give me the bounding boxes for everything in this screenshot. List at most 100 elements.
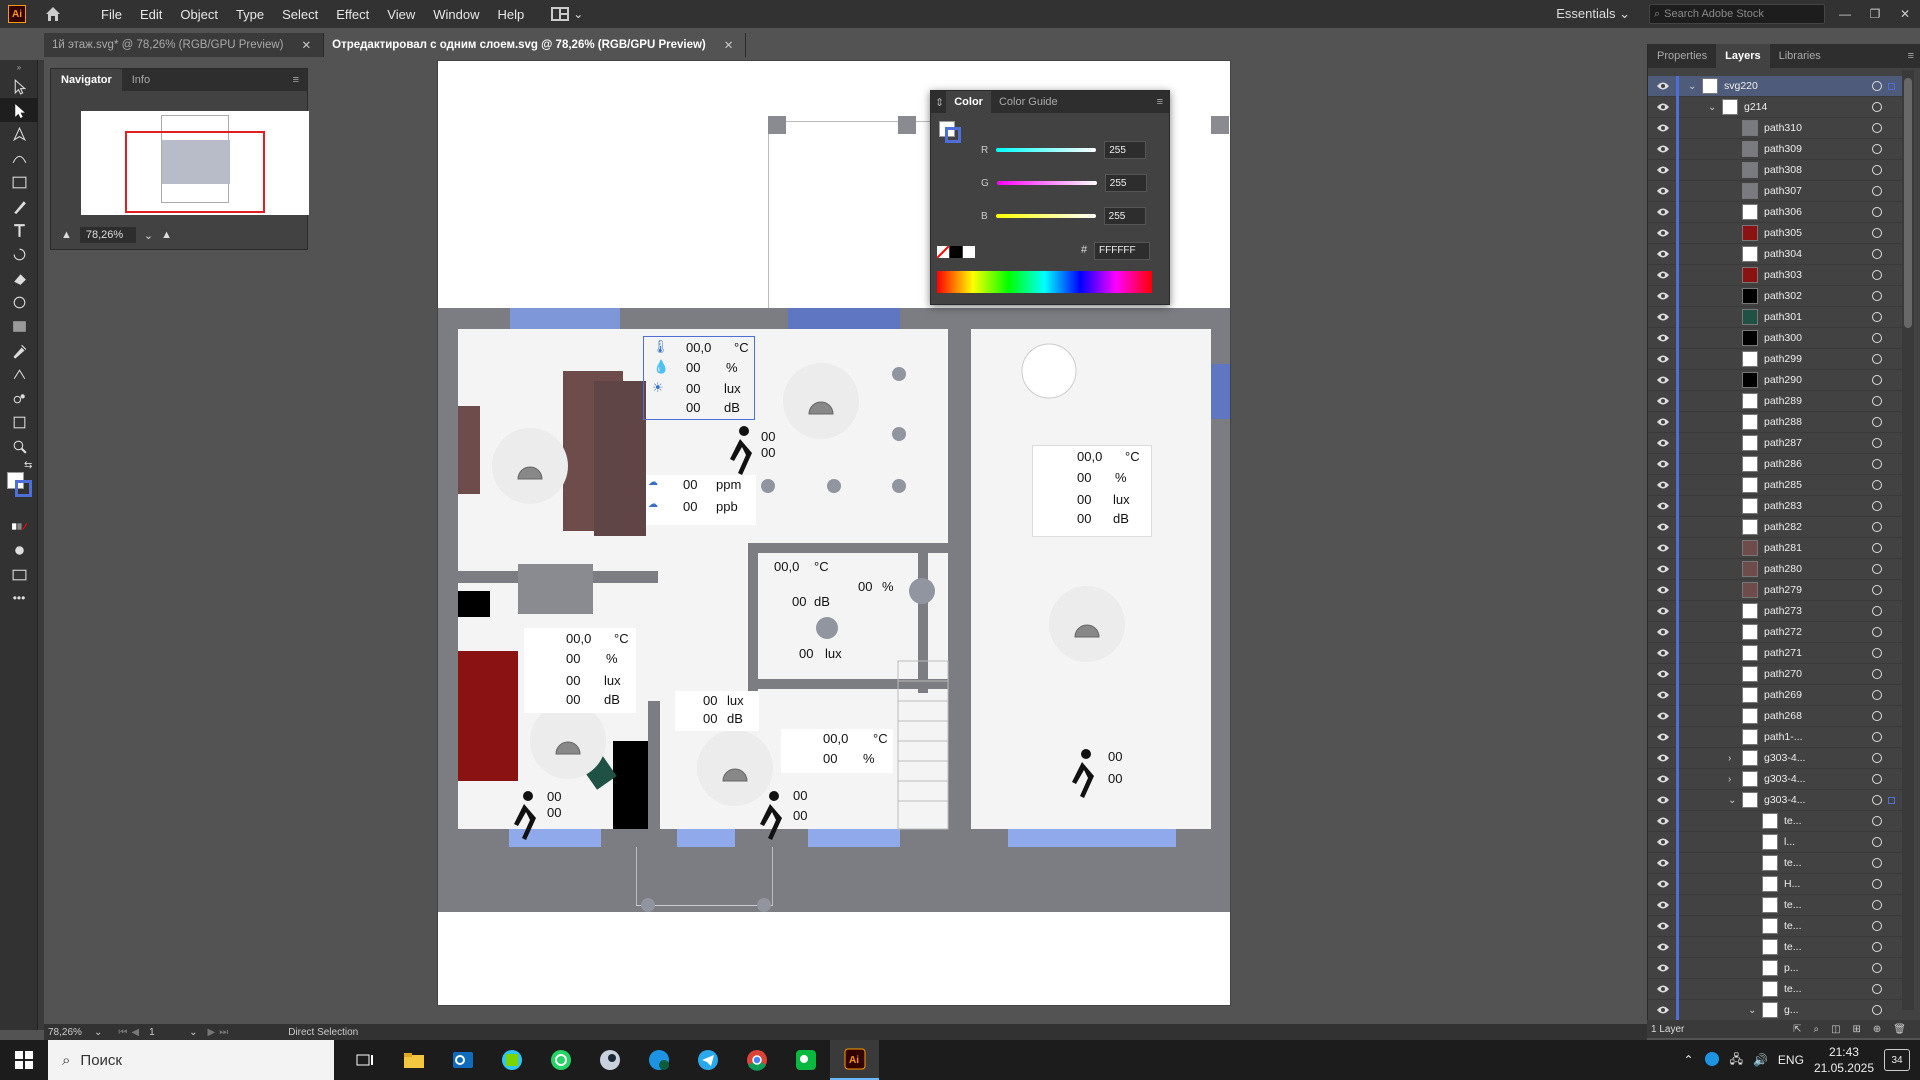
target-circle-icon[interactable]	[1872, 732, 1882, 742]
menu-effect[interactable]: Effect	[327, 7, 378, 22]
target-circle-icon[interactable]	[1872, 186, 1882, 196]
panel-menu-icon[interactable]: ≡	[1149, 96, 1169, 108]
visibility-eye-icon[interactable]	[1656, 732, 1670, 742]
visibility-eye-icon[interactable]	[1656, 459, 1670, 469]
current-tool-status[interactable]: Direct Selection	[288, 1027, 358, 1038]
menu-edit[interactable]: Edit	[131, 7, 171, 22]
layer-name[interactable]: path286	[1764, 458, 1802, 470]
workspace-switcher[interactable]: Essentials ⌄	[1556, 6, 1630, 22]
puppet-warp-tool-icon[interactable]	[0, 362, 38, 386]
layer-row[interactable]: path287	[1648, 432, 1905, 454]
target-circle-icon[interactable]	[1872, 144, 1882, 154]
tab-navigator[interactable]: Navigator	[51, 69, 122, 91]
panel-collapse-icon[interactable]: »	[0, 60, 38, 74]
layer-name[interactable]: path300	[1764, 332, 1802, 344]
home-icon[interactable]	[44, 5, 62, 23]
target-circle-icon[interactable]	[1872, 774, 1882, 784]
layer-row[interactable]: path302	[1648, 285, 1905, 307]
task-view-icon[interactable]	[340, 1040, 389, 1080]
target-circle-icon[interactable]	[1872, 879, 1882, 889]
menu-window[interactable]: Window	[424, 7, 488, 22]
visibility-eye-icon[interactable]	[1656, 228, 1670, 238]
type-tool-icon[interactable]	[0, 218, 38, 242]
visibility-eye-icon[interactable]	[1656, 333, 1670, 343]
shape-builder-tool-icon[interactable]	[0, 290, 38, 314]
menu-help[interactable]: Help	[488, 7, 533, 22]
layer-row[interactable]: path271	[1648, 642, 1905, 664]
layer-row[interactable]: H...	[1648, 873, 1905, 895]
layer-name[interactable]: path305	[1764, 227, 1802, 239]
red-slider[interactable]: R 255	[981, 141, 1166, 159]
visibility-eye-icon[interactable]	[1656, 564, 1670, 574]
eraser-tool-icon[interactable]	[0, 266, 38, 290]
layer-row[interactable]: path288	[1648, 411, 1905, 433]
layer-row[interactable]: › g303-4...	[1648, 768, 1905, 790]
page-number[interactable]: 1	[149, 1027, 189, 1038]
scrollbar-thumb[interactable]	[1904, 78, 1912, 328]
close-icon[interactable]: ✕	[301, 38, 311, 52]
new-layer-icon[interactable]: ⊕	[1873, 1024, 1881, 1035]
green-value[interactable]: 255	[1104, 174, 1147, 192]
layer-name[interactable]: path280	[1764, 563, 1802, 575]
clock[interactable]: 21:43 21.05.2025	[1814, 1044, 1874, 1076]
layer-row[interactable]: path272	[1648, 621, 1905, 643]
target-circle-icon[interactable]	[1872, 627, 1882, 637]
swap-icon[interactable]: ⇆	[24, 460, 32, 471]
layer-name[interactable]: path304	[1764, 248, 1802, 260]
green-slider[interactable]: G 255	[981, 174, 1166, 192]
navigator-preview[interactable]	[81, 111, 309, 215]
stock-search-input[interactable]: ⌕ Search Adobe Stock	[1649, 4, 1825, 24]
layer-name[interactable]: g...	[1784, 1004, 1799, 1016]
layer-name[interactable]: te...	[1784, 857, 1802, 869]
paintbrush-tool-icon[interactable]	[0, 194, 38, 218]
visibility-eye-icon[interactable]	[1656, 249, 1670, 259]
volume-icon[interactable]: 🔊	[1753, 1053, 1768, 1067]
white-swatch[interactable]	[963, 246, 975, 258]
chevron-down-icon[interactable]: ⌄	[1708, 102, 1716, 113]
panel-expand-icon[interactable]: ⇕	[931, 96, 946, 109]
locate-object-icon[interactable]: ⌕	[1813, 1024, 1819, 1035]
layer-row[interactable]: › g303-4...	[1648, 747, 1905, 769]
layer-name[interactable]: path283	[1764, 500, 1802, 512]
tab-libraries[interactable]: Libraries	[1770, 44, 1830, 68]
layer-name[interactable]: te...	[1784, 899, 1802, 911]
zoom-tool-icon[interactable]	[0, 434, 38, 458]
draw-mode-icon[interactable]	[0, 538, 38, 562]
illustrator-taskbar-icon[interactable]: Ai	[830, 1040, 879, 1080]
target-circle-icon[interactable]	[1872, 123, 1882, 133]
target-circle-icon[interactable]	[1872, 354, 1882, 364]
tab-document-2[interactable]: Отредактировал с одним слоем.svg @ 78,26…	[324, 33, 747, 57]
layer-name[interactable]: te...	[1784, 983, 1802, 995]
visibility-eye-icon[interactable]	[1656, 291, 1670, 301]
sensor-block-1[interactable]: 🌡 00,0 °C 💧 00 % ☀ 00 lux 00 dB	[643, 336, 755, 420]
gradient-tool-icon[interactable]	[0, 314, 38, 338]
zoom-in-icon[interactable]: ▲	[161, 229, 172, 241]
target-circle-icon[interactable]	[1872, 228, 1882, 238]
target-circle-icon[interactable]	[1872, 249, 1882, 259]
artboard-tool-icon[interactable]	[0, 410, 38, 434]
layer-name[interactable]: path279	[1764, 584, 1802, 596]
layer-row[interactable]: path280	[1648, 558, 1905, 580]
layer-row[interactable]: te...	[1648, 978, 1905, 1000]
pen-tool-icon[interactable]	[0, 122, 38, 146]
target-circle-icon[interactable]	[1872, 648, 1882, 658]
tab-info[interactable]: Info	[122, 74, 160, 86]
tab-layers[interactable]: Layers	[1716, 44, 1770, 68]
visibility-eye-icon[interactable]	[1656, 543, 1670, 553]
target-circle-icon[interactable]	[1872, 942, 1882, 952]
layer-name[interactable]: path302	[1764, 290, 1802, 302]
layer-row[interactable]: ⌄ svg220	[1648, 75, 1905, 97]
bitrix24-icon[interactable]	[487, 1040, 536, 1080]
visibility-eye-icon[interactable]	[1656, 753, 1670, 763]
layer-row[interactable]: p...	[1648, 957, 1905, 979]
chevron-down-icon[interactable]: ⌄	[1688, 81, 1696, 92]
more-tools-icon[interactable]: •••	[0, 586, 38, 610]
layer-row[interactable]: ⌄ g...	[1648, 999, 1905, 1021]
windows-start-icon[interactable]	[0, 1040, 48, 1080]
visibility-eye-icon[interactable]	[1656, 270, 1670, 280]
visibility-eye-icon[interactable]	[1656, 606, 1670, 616]
layer-row[interactable]: path301	[1648, 306, 1905, 328]
target-circle-icon[interactable]	[1872, 396, 1882, 406]
close-icon[interactable]: ✕	[1890, 0, 1920, 28]
layer-row[interactable]: path310	[1648, 117, 1905, 139]
